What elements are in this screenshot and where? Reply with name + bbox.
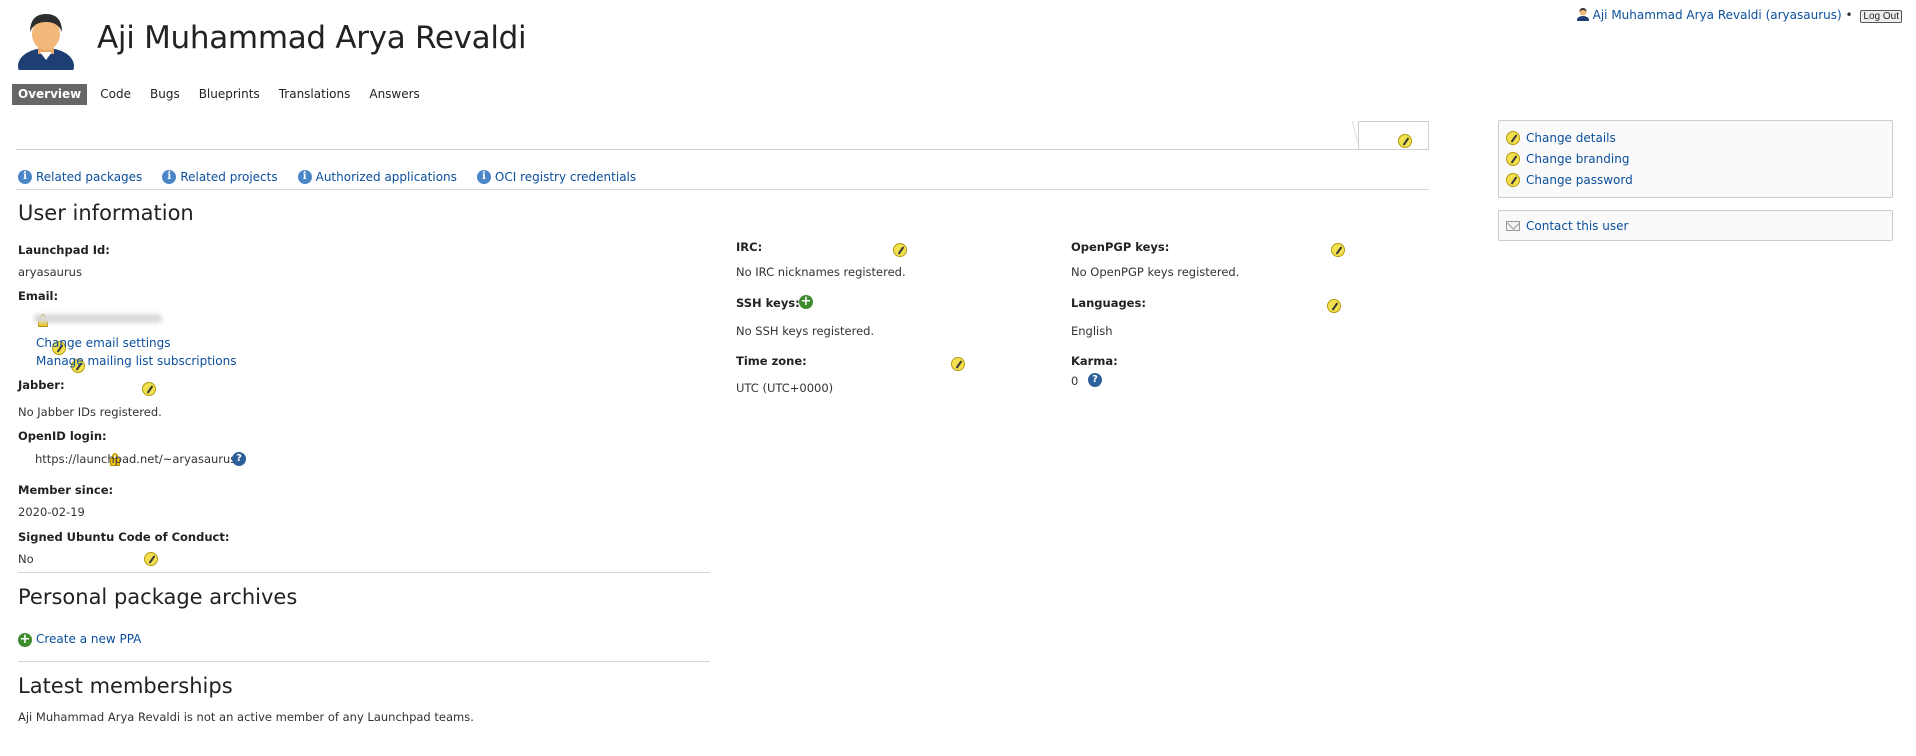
- edit-icon: [1506, 172, 1520, 187]
- edit-icon[interactable]: [143, 551, 158, 566]
- memberships-text: Aji Muhammad Arya Revaldi is not an acti…: [18, 710, 474, 724]
- logout-button[interactable]: Log Out: [1860, 10, 1902, 23]
- edit-time-zone-icon[interactable]: [950, 356, 965, 371]
- change-details-link[interactable]: Change details: [1526, 131, 1616, 145]
- openpgp-keys-value: No OpenPGP keys registered.: [1071, 265, 1240, 279]
- karma-label: Karma:: [1071, 354, 1118, 368]
- edit-icon: [1506, 151, 1520, 166]
- divider: [16, 149, 1429, 150]
- logged-in-user-link[interactable]: Aji Muhammad Arya Revaldi (aryasaurus): [1593, 8, 1842, 22]
- contact-portlet: Contact this user: [1498, 210, 1893, 241]
- edit-languages-icon[interactable]: [1326, 298, 1341, 313]
- help-icon[interactable]: ?: [1088, 373, 1102, 387]
- time-zone-label: Time zone:: [736, 354, 807, 368]
- code-of-conduct-value: No: [18, 552, 34, 566]
- tab-code[interactable]: Code: [94, 84, 137, 105]
- openid-value: https://launchpad.net/~aryasaurus: [35, 452, 237, 466]
- tab-answers[interactable]: Answers: [363, 84, 425, 105]
- edit-icon[interactable]: [1398, 133, 1412, 148]
- memberships-heading: Latest memberships: [18, 674, 233, 698]
- main-nav: Overview Code Bugs Blueprints Translatio…: [12, 84, 433, 105]
- related-links: i Related packages i Related projects i Aut…: [18, 170, 656, 184]
- tab-overview[interactable]: Overview: [12, 84, 88, 105]
- tab-translations[interactable]: Translations: [273, 84, 357, 105]
- change-details-item[interactable]: Change details: [1499, 127, 1892, 148]
- openid-label: OpenID login:: [18, 429, 107, 443]
- add-icon: +: [18, 632, 32, 647]
- divider: [18, 661, 710, 662]
- launchpad-id-label: Launchpad Id:: [18, 243, 110, 257]
- help-icon[interactable]: ?: [232, 452, 246, 466]
- page-title: Aji Muhammad Arya Revaldi: [97, 20, 527, 56]
- change-branding-link[interactable]: Change branding: [1526, 152, 1629, 166]
- user-information-heading: User information: [18, 201, 194, 225]
- change-password-item[interactable]: Change password: [1499, 169, 1892, 190]
- manage-mailing-list-link[interactable]: Manage mailing list subscriptions: [36, 354, 236, 368]
- code-of-conduct-label: Signed Ubuntu Code of Conduct:: [18, 530, 230, 544]
- email-value-hidden: [34, 314, 162, 323]
- info-icon: i: [18, 170, 32, 184]
- karma-value-link[interactable]: 0: [1071, 374, 1078, 388]
- divider: [16, 189, 1429, 190]
- change-password-link[interactable]: Change password: [1526, 173, 1633, 187]
- related-packages-label[interactable]: Related packages: [36, 170, 142, 184]
- user-bar: Aji Muhammad Arya Revaldi (aryasaurus) •…: [1576, 7, 1902, 24]
- add-ssh-key-icon[interactable]: +: [799, 295, 813, 309]
- change-email-settings-link[interactable]: Change email settings: [36, 336, 171, 350]
- contact-user-item[interactable]: Contact this user: [1499, 215, 1892, 237]
- tab-blueprints[interactable]: Blueprints: [193, 84, 266, 105]
- edit-box: [1358, 121, 1429, 149]
- change-branding-item[interactable]: Change branding: [1499, 148, 1892, 169]
- oci-registry-credentials-label[interactable]: OCI registry credentials: [495, 170, 636, 184]
- related-projects-link[interactable]: i Related projects: [162, 170, 278, 184]
- ssh-keys-value: No SSH keys registered.: [736, 324, 875, 338]
- languages-label: Languages:: [1071, 296, 1146, 310]
- irc-label: IRC:: [736, 240, 763, 254]
- related-packages-link[interactable]: i Related packages: [18, 170, 142, 184]
- authorized-applications-label[interactable]: Authorized applications: [316, 170, 457, 184]
- divider: [18, 572, 710, 573]
- edit-openpgp-icon[interactable]: [1330, 242, 1345, 257]
- actions-portlet: Change details Change branding Change pa…: [1498, 120, 1893, 198]
- email-label: Email:: [18, 289, 59, 303]
- ppa-heading: Personal package archives: [18, 585, 298, 609]
- edit-jabber-icon[interactable]: [142, 381, 157, 396]
- ssh-keys-label: SSH keys:: [736, 296, 800, 310]
- languages-value: English: [1071, 324, 1113, 338]
- related-projects-label[interactable]: Related projects: [180, 170, 277, 184]
- member-since-label: Member since:: [18, 483, 114, 497]
- time-zone-value: UTC (UTC+0000): [736, 381, 834, 395]
- tab-bugs[interactable]: Bugs: [144, 84, 186, 105]
- jabber-value: No Jabber IDs registered.: [18, 405, 162, 419]
- member-since-value: 2020-02-19: [18, 505, 85, 519]
- mail-icon: [1506, 221, 1520, 231]
- edit-irc-icon[interactable]: [892, 242, 907, 257]
- create-ppa-link[interactable]: Create a new PPA: [36, 632, 141, 646]
- openpgp-keys-label: OpenPGP keys:: [1071, 240, 1170, 254]
- authorized-applications-link[interactable]: i Authorized applications: [297, 170, 457, 184]
- person-icon: [1576, 8, 1589, 24]
- launchpad-id-value: aryasaurus: [18, 265, 82, 279]
- oci-registry-credentials-link[interactable]: i OCI registry credentials: [476, 170, 636, 184]
- jabber-label: Jabber:: [18, 378, 65, 392]
- info-icon: i: [297, 170, 312, 184]
- user-avatar: [18, 14, 74, 70]
- irc-value: No IRC nicknames registered.: [736, 265, 906, 279]
- contact-user-link[interactable]: Contact this user: [1526, 219, 1628, 233]
- separator: •: [1845, 8, 1853, 22]
- edit-icon: [1506, 130, 1520, 145]
- info-icon: i: [476, 170, 491, 184]
- info-icon: i: [162, 170, 177, 184]
